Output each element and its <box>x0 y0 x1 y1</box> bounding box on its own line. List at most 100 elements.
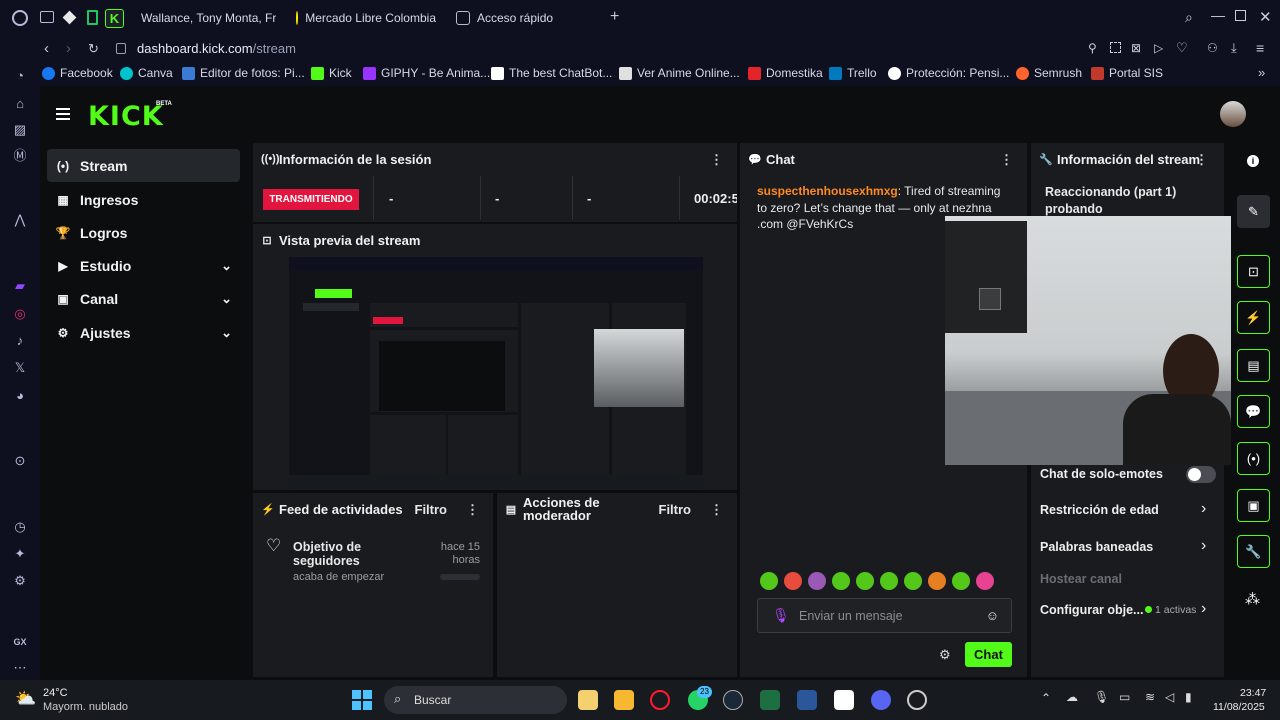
tab-mercado-libre[interactable]: Mercado Libre Colombia <box>296 8 436 28</box>
steam-icon[interactable] <box>723 690 743 710</box>
activity-toggle-button[interactable]: ⚡ <box>1237 301 1270 334</box>
obs-icon[interactable] <box>907 690 927 710</box>
extensions-icon[interactable]: ✦ <box>12 546 28 562</box>
moderator-toggle-button[interactable]: ▤ <box>1237 349 1270 382</box>
weather-cloud-icon[interactable]: ⛅ <box>15 689 36 709</box>
avatar[interactable] <box>1220 101 1246 127</box>
menu-icon[interactable]: ≡ <box>1256 40 1264 56</box>
display-icon[interactable]: ▭ <box>1119 690 1130 704</box>
filter-button[interactable]: Filtro <box>415 502 448 517</box>
maximize-icon[interactable] <box>1235 10 1246 21</box>
excel-icon[interactable] <box>760 690 780 710</box>
stream-preview-video[interactable] <box>289 257 703 489</box>
filter-button[interactable]: Filtro <box>659 502 692 517</box>
sidebar-item-ajustes[interactable]: ⚙ Ajustes ⌄ <box>47 316 240 349</box>
bookmark-domestika[interactable]: Domestika <box>748 66 823 80</box>
crypto-wallet-icon[interactable]: ⌂ <box>12 96 28 112</box>
close-icon[interactable]: ✕ <box>1259 8 1272 26</box>
settings-icon[interactable]: ⚙ <box>12 573 28 589</box>
sidebar-item-logros[interactable]: 🏆 Logros <box>47 216 240 249</box>
emote-icon[interactable] <box>976 572 994 590</box>
tab-acceso-rapido[interactable]: Acceso rápido <box>456 8 556 28</box>
kebab-menu-icon[interactable]: ⋮ <box>710 152 723 168</box>
integrations-icon[interactable]: ⁂ <box>1245 590 1260 608</box>
chevron-up-icon[interactable]: ⌃ <box>1041 691 1051 705</box>
player-sidebar-icon[interactable]: ⊙ <box>12 453 28 469</box>
kebab-menu-icon[interactable]: ⋮ <box>1195 152 1208 168</box>
sidebar-item-stream[interactable]: (•) Stream <box>47 149 240 182</box>
emote-only-toggle[interactable] <box>1186 466 1216 483</box>
weather-desc[interactable]: Mayorm. nublado <box>43 701 128 713</box>
taskbar-search[interactable]: ⌕ Buscar <box>384 686 567 714</box>
more-icon[interactable]: ⋯ <box>12 660 28 676</box>
battery-icon[interactable]: ▮ <box>1185 690 1192 704</box>
minimize-icon[interactable]: — <box>1211 7 1225 23</box>
webcam-toggle-button[interactable]: ▣ <box>1237 489 1270 522</box>
capcut-icon[interactable] <box>834 690 854 710</box>
sidebar-item-estudio[interactable]: ▶ Estudio ⌄ <box>47 249 240 282</box>
emote-icon[interactable] <box>880 572 898 590</box>
host-channel-row[interactable]: Hostear canal <box>1040 572 1122 586</box>
new-tab-plus-icon[interactable]: + <box>610 8 619 26</box>
adblock-icon[interactable]: ⊠ <box>1131 41 1141 55</box>
chat-send-button[interactable]: Chat <box>965 642 1012 667</box>
microphone-tray-icon[interactable]: 🎙 <box>1094 690 1109 704</box>
kebab-menu-icon[interactable]: ⋮ <box>466 502 479 518</box>
tab-youtube[interactable]: Wallance, Tony Monta, Fr <box>134 8 276 28</box>
instagram-icon[interactable]: ◎ <box>12 306 28 322</box>
banned-words-row[interactable]: Palabras baneadas <box>1040 540 1153 554</box>
kick-tab-icon[interactable]: K <box>105 9 124 28</box>
back-icon[interactable]: ‹ <box>44 40 49 57</box>
emote-icon[interactable] <box>904 572 922 590</box>
webcam-overlay[interactable] <box>945 216 1231 465</box>
clock-time[interactable]: 23:47 <box>1240 687 1266 699</box>
emote-icon[interactable] <box>832 572 850 590</box>
opera-logo-icon[interactable] <box>12 10 28 26</box>
bookmark-canva[interactable]: Canva <box>120 66 173 80</box>
bookmark-portal-sis[interactable]: Portal SIS <box>1091 66 1163 80</box>
discord-icon[interactable] <box>871 690 891 710</box>
gamepad-icon[interactable] <box>40 11 54 23</box>
emote-icon[interactable] <box>784 572 802 590</box>
onedrive-icon[interactable]: ☁ <box>1066 690 1078 704</box>
m-app-icon[interactable]: Ⓜ <box>12 148 28 164</box>
tiktok-icon[interactable]: ♪ <box>12 333 28 349</box>
kebab-menu-icon[interactable]: ⋮ <box>710 502 723 518</box>
bookmarks-more-icon[interactable]: » <box>1258 65 1265 80</box>
weather-temp[interactable]: 24°C <box>43 687 68 699</box>
bookmark-semrush[interactable]: Semrush <box>1016 66 1082 80</box>
download-icon[interactable]: ⤓ <box>1231 40 1237 56</box>
bookmark-proteccion[interactable]: Protección: Pensi... <box>888 66 1009 80</box>
history-icon[interactable]: ◷ <box>12 519 28 535</box>
url-field[interactable]: dashboard.kick.com/stream <box>137 41 296 56</box>
store-icon[interactable] <box>578 690 598 710</box>
chat-username[interactable]: suspecthenhousexhmxg <box>757 184 898 198</box>
stripes-icon[interactable]: ▨ <box>12 122 28 138</box>
age-restriction-row[interactable]: Restricción de edad <box>1040 503 1159 517</box>
windows-start-icon[interactable] <box>352 690 372 710</box>
kebab-menu-icon[interactable]: ⋮ <box>1000 152 1013 168</box>
bookmark-trello[interactable]: Trello <box>829 66 877 80</box>
aria-icon[interactable]: ◔ <box>12 68 28 84</box>
chat-toggle-button[interactable]: 💬 <box>1237 395 1270 428</box>
arrow-up-icon[interactable]: ⋀ <box>12 212 28 228</box>
sidebar-item-ingresos[interactable]: ▦ Ingresos <box>47 183 240 216</box>
emote-icon[interactable] <box>856 572 874 590</box>
diamond-icon[interactable] <box>62 10 77 25</box>
player-icon[interactable]: ▷ <box>1154 41 1163 55</box>
kick-logo[interactable]: KICK <box>88 101 164 132</box>
heart-icon[interactable]: ♡ <box>1176 40 1188 56</box>
session-toggle-button[interactable]: (•) <box>1237 442 1270 475</box>
opera-gx-icon[interactable] <box>650 690 670 710</box>
bookmark-photo-editor[interactable]: Editor de fotos: Pi... <box>182 66 305 80</box>
reload-icon[interactable]: ↻ <box>88 41 99 57</box>
pin-icon[interactable]: ⚲ <box>1088 41 1097 55</box>
forward-icon[interactable]: › <box>66 40 71 57</box>
configure-goals-row[interactable]: Configurar obje... <box>1040 603 1143 617</box>
edit-pencil-button[interactable]: ✎ <box>1237 195 1270 228</box>
wifi-icon[interactable]: ≋ <box>1145 690 1155 704</box>
snapshot-icon[interactable] <box>1110 42 1121 53</box>
preview-toggle-button[interactable]: ⊡ <box>1237 255 1270 288</box>
hamburger-menu-icon[interactable] <box>56 108 70 120</box>
account-icon[interactable]: ⚇ <box>1207 41 1218 55</box>
